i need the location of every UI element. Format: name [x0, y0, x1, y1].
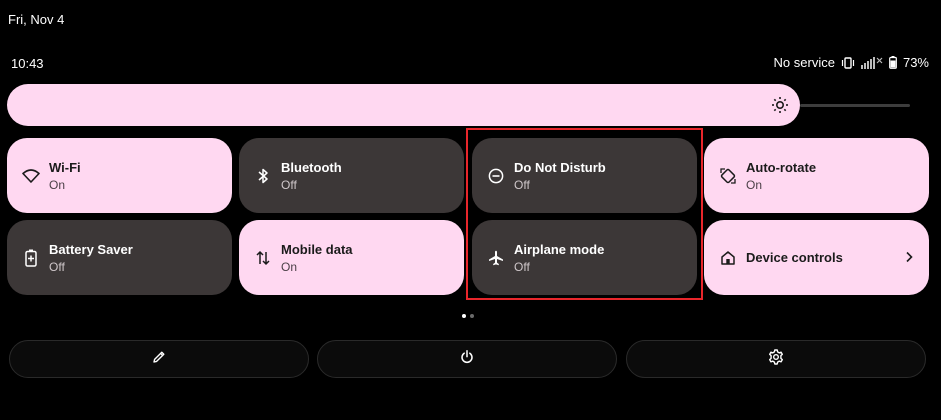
status-date: Fri, Nov 4 — [8, 12, 65, 27]
status-time: 10:43 — [11, 56, 44, 71]
tile-label: Device controls — [746, 250, 843, 265]
tile-mobile-data[interactable]: Mobile data On — [239, 220, 464, 295]
page-dot-active — [462, 314, 466, 318]
tile-battery-saver[interactable]: Battery Saver Off — [7, 220, 232, 295]
tile-auto-rotate[interactable]: Auto-rotate On — [704, 138, 929, 213]
battery-percent: 73% — [902, 55, 929, 70]
tile-label: Bluetooth — [281, 159, 342, 175]
settings-icon — [768, 348, 784, 370]
brightness-icon — [770, 95, 790, 115]
home-icon — [718, 248, 738, 268]
tile-airplane-mode[interactable]: Airplane mode Off — [472, 220, 697, 295]
tile-state: On — [281, 259, 298, 274]
bluetooth-icon — [253, 166, 273, 186]
tile-label: Battery Saver — [49, 241, 133, 257]
tile-label: Do Not Disturb — [514, 159, 606, 175]
brightness-track[interactable] — [800, 104, 910, 107]
tile-bluetooth[interactable]: Bluetooth Off — [239, 138, 464, 213]
chevron-right-icon — [903, 248, 915, 266]
tile-state: Off — [514, 259, 530, 274]
tile-label: Auto-rotate — [746, 159, 817, 175]
wifi-icon — [21, 166, 41, 186]
vibrate-icon — [841, 56, 855, 69]
do-not-disturb-icon — [486, 166, 506, 186]
tile-device-controls[interactable]: Device controls — [704, 220, 929, 295]
signal-icon — [860, 56, 883, 69]
tile-label: Wi-Fi — [49, 159, 81, 175]
power-icon — [460, 349, 474, 369]
tile-do-not-disturb[interactable]: Do Not Disturb Off — [472, 138, 697, 213]
edit-icon — [152, 350, 166, 369]
tile-wifi[interactable]: Wi-Fi On — [7, 138, 232, 213]
tile-state: On — [49, 177, 66, 192]
page-dot-inactive — [470, 314, 474, 318]
status-icons-area: No service 73% — [774, 55, 929, 70]
service-status: No service — [773, 55, 835, 70]
power-button[interactable] — [317, 340, 617, 378]
tile-state: On — [746, 177, 763, 192]
tile-state: Off — [49, 259, 65, 274]
page-indicator — [462, 314, 474, 318]
battery-icon — [889, 56, 897, 69]
airplane-icon — [486, 248, 506, 268]
settings-button[interactable] — [626, 340, 926, 378]
mobile-data-icon — [253, 248, 273, 268]
tile-state: Off — [281, 177, 297, 192]
battery-saver-icon — [21, 248, 41, 268]
auto-rotate-icon — [718, 166, 738, 186]
tile-state: Off — [514, 177, 530, 192]
tile-label: Airplane mode — [514, 241, 605, 257]
tile-label: Mobile data — [281, 241, 353, 257]
edit-button[interactable] — [9, 340, 309, 378]
brightness-slider[interactable] — [7, 84, 800, 126]
